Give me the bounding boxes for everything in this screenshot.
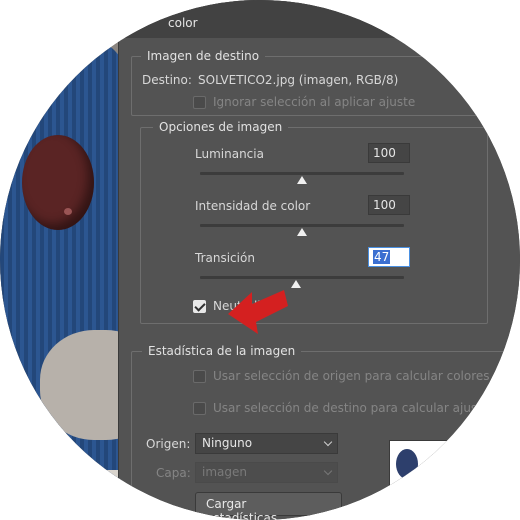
layer-label: Capa: <box>156 466 191 480</box>
photo-toy <box>0 470 122 520</box>
destination-value: SOLVETICO2.jpg (imagen, RGB/8) <box>198 73 399 87</box>
neutralize-checkbox[interactable] <box>193 300 206 313</box>
preview-image <box>396 449 418 479</box>
luminance-input[interactable]: 100 <box>368 143 410 163</box>
luminance-slider-thumb[interactable] <box>297 176 307 184</box>
load-statistics-button[interactable]: Cargar estadísticas... <box>195 492 342 520</box>
image-options-legend: Opciones de imagen <box>153 120 289 134</box>
layer-select-value: imagen <box>202 465 247 479</box>
layer-select[interactable]: imagen <box>195 462 338 483</box>
source-select[interactable]: Ninguno <box>195 433 338 454</box>
photo-button-hole <box>64 208 72 215</box>
dialog-title: color <box>168 16 198 30</box>
photo-button <box>22 135 94 230</box>
color-intensity-slider-track[interactable] <box>200 224 404 227</box>
zoomed-screenshot: color Imagen de destino Destino: SOLVETI… <box>0 0 520 520</box>
source-select-value: Ninguno <box>202 436 253 450</box>
destination-legend: Imagen de destino <box>141 49 266 63</box>
ignore-selection-label[interactable]: Ignorar selección al aplicar ajuste <box>213 95 415 109</box>
background-photo <box>0 0 122 520</box>
red-pointer-arrow-icon <box>228 290 288 334</box>
use-source-selection-label[interactable]: Usar selección de origen para calcular c… <box>213 369 490 383</box>
use-target-selection-label[interactable]: Usar selección de destino para calcular … <box>213 401 489 415</box>
fade-label: Transición <box>195 251 255 265</box>
use-target-selection-checkbox[interactable] <box>193 402 206 415</box>
destination-label: Destino: <box>142 73 192 87</box>
fade-slider-track[interactable] <box>200 276 404 279</box>
luminance-slider-track[interactable] <box>200 172 404 175</box>
color-intensity-slider-thumb[interactable] <box>297 228 307 236</box>
color-intensity-label: Intensidad de color <box>195 199 311 213</box>
statistics-legend: Estadística de la imagen <box>142 344 302 358</box>
color-intensity-input[interactable]: 100 <box>368 195 410 215</box>
chevron-down-icon <box>323 466 333 476</box>
chevron-down-icon <box>323 437 333 447</box>
fade-input[interactable]: 47 <box>368 247 410 267</box>
preview-thumbnail <box>389 440 469 520</box>
luminance-label: Luminancia <box>195 147 264 161</box>
ignore-selection-checkbox[interactable] <box>193 96 206 109</box>
use-source-selection-checkbox[interactable] <box>193 370 206 383</box>
source-label: Origen: <box>146 437 191 451</box>
fade-slider-thumb[interactable] <box>290 280 301 288</box>
